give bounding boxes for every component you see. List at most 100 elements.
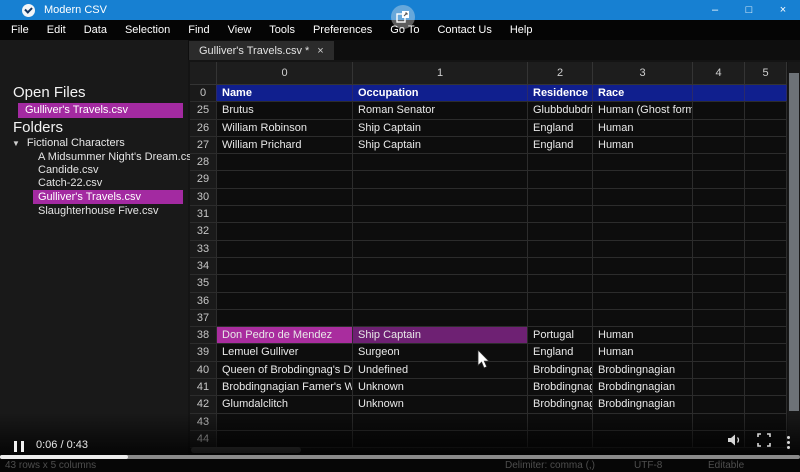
column-header-1[interactable]: 1 <box>353 62 528 84</box>
grid-cell[interactable] <box>353 154 528 170</box>
grid-cell[interactable]: Glubbdubdrib <box>528 102 593 118</box>
row-number[interactable]: 37 <box>190 310 217 326</box>
grid-cell[interactable] <box>745 137 787 153</box>
grid-cell[interactable] <box>693 171 745 187</box>
grid-cell[interactable] <box>745 120 787 136</box>
grid-cell[interactable] <box>693 223 745 239</box>
row-number[interactable]: 40 <box>190 362 217 378</box>
menu-item-tools[interactable]: Tools <box>260 20 304 40</box>
grid-cell[interactable] <box>353 275 528 291</box>
menu-item-help[interactable]: Help <box>501 20 542 40</box>
row-number[interactable]: 38 <box>190 327 217 343</box>
more-options-icon[interactable] <box>785 434 792 451</box>
open-file-item[interactable]: Gulliver's Travels.csv <box>18 103 183 118</box>
row-number[interactable]: 26 <box>190 120 217 136</box>
grid-cell[interactable] <box>593 189 693 205</box>
grid-cell[interactable] <box>593 310 693 326</box>
grid-cell[interactable]: Brobdingnag <box>528 362 593 378</box>
row-number[interactable]: 41 <box>190 379 217 395</box>
grid-cell[interactable]: Ship Captain <box>353 120 528 136</box>
grid-cell[interactable]: Human <box>593 327 693 343</box>
grid-cell[interactable]: England <box>528 344 593 360</box>
grid-cell[interactable] <box>745 362 787 378</box>
grid-cell[interactable] <box>593 223 693 239</box>
grid-cell[interactable] <box>528 154 593 170</box>
grid-cell[interactable] <box>593 258 693 274</box>
grid-cell[interactable] <box>528 275 593 291</box>
grid-cell[interactable]: Brobdingnag <box>528 379 593 395</box>
grid-cell[interactable] <box>693 206 745 222</box>
corner-header-cell[interactable] <box>190 62 217 84</box>
grid-cell[interactable]: Brobdingnagian <box>593 379 693 395</box>
row-number[interactable]: 28 <box>190 154 217 170</box>
seek-bar[interactable] <box>0 455 800 459</box>
grid-cell[interactable]: Lemuel Gulliver <box>217 344 353 360</box>
grid-cell[interactable] <box>745 241 787 257</box>
row-number[interactable]: 30 <box>190 189 217 205</box>
grid-cell[interactable] <box>745 171 787 187</box>
grid-cell[interactable] <box>528 258 593 274</box>
close-button[interactable]: × <box>766 0 800 20</box>
grid-cell[interactable]: Human <box>593 344 693 360</box>
grid-cell[interactable]: Human (Ghost form) <box>593 102 693 118</box>
menu-item-selection[interactable]: Selection <box>116 20 179 40</box>
grid-cell[interactable] <box>353 241 528 257</box>
grid-cell[interactable] <box>745 379 787 395</box>
grid-cell[interactable]: Human <box>593 120 693 136</box>
grid-cell[interactable] <box>745 154 787 170</box>
grid-cell[interactable] <box>693 154 745 170</box>
grid-cell[interactable]: Residence <box>528 85 593 101</box>
column-header-2[interactable]: 2 <box>528 62 593 84</box>
row-number[interactable]: 39 <box>190 344 217 360</box>
grid-cell[interactable] <box>693 293 745 309</box>
volume-icon[interactable] <box>727 433 743 452</box>
row-number[interactable]: 29 <box>190 171 217 187</box>
grid-cell[interactable]: Roman Senator <box>353 102 528 118</box>
grid-cell[interactable]: Don Pedro de Mendez <box>217 327 353 343</box>
grid-cell[interactable]: England <box>528 137 593 153</box>
tree-file-item[interactable]: Catch-22.csv <box>38 176 102 190</box>
grid-cell[interactable]: Unknown <box>353 379 528 395</box>
grid-cell[interactable] <box>745 310 787 326</box>
menu-item-data[interactable]: Data <box>75 20 116 40</box>
grid-cell[interactable] <box>217 241 353 257</box>
grid-cell[interactable]: Unknown <box>353 396 528 412</box>
grid-cell[interactable] <box>353 171 528 187</box>
grid-cell[interactable] <box>745 275 787 291</box>
grid-cell[interactable] <box>528 223 593 239</box>
grid-cell[interactable]: Ship Captain <box>353 137 528 153</box>
grid-cell[interactable] <box>745 206 787 222</box>
tree-file-item[interactable]: A Midsummer Night's Dream.csv <box>38 150 197 164</box>
grid-cell[interactable] <box>745 258 787 274</box>
pip-icon[interactable] <box>391 5 415 29</box>
grid-cell[interactable]: Brobdingnagian <box>593 362 693 378</box>
grid-cell[interactable] <box>745 327 787 343</box>
grid-cell[interactable] <box>693 241 745 257</box>
column-header-5[interactable]: 5 <box>745 62 787 84</box>
grid-cell[interactable] <box>217 223 353 239</box>
grid-cell[interactable] <box>593 154 693 170</box>
grid-cell[interactable] <box>593 293 693 309</box>
grid-cell[interactable]: Human <box>593 137 693 153</box>
grid-cell[interactable] <box>528 206 593 222</box>
grid-cell[interactable] <box>217 275 353 291</box>
grid-cell[interactable]: Name <box>217 85 353 101</box>
grid-cell[interactable] <box>693 120 745 136</box>
tab-gullivers-travels[interactable]: Gulliver's Travels.csv * × <box>189 41 334 60</box>
grid-cell[interactable]: Race <box>593 85 693 101</box>
grid-cell[interactable]: Ship Captain <box>353 327 528 343</box>
grid-cell[interactable] <box>693 344 745 360</box>
grid-cell[interactable] <box>217 206 353 222</box>
grid-cell[interactable] <box>693 327 745 343</box>
grid-cell[interactable] <box>217 310 353 326</box>
grid-cell[interactable] <box>528 171 593 187</box>
row-number[interactable]: 33 <box>190 241 217 257</box>
grid-cell[interactable] <box>745 85 787 101</box>
menu-item-view[interactable]: View <box>219 20 261 40</box>
row-number[interactable]: 36 <box>190 293 217 309</box>
grid-cell[interactable] <box>353 293 528 309</box>
grid-cell[interactable]: Portugal <box>528 327 593 343</box>
row-number[interactable]: 35 <box>190 275 217 291</box>
menu-item-find[interactable]: Find <box>179 20 218 40</box>
vertical-scrollbar-thumb[interactable] <box>789 73 799 411</box>
